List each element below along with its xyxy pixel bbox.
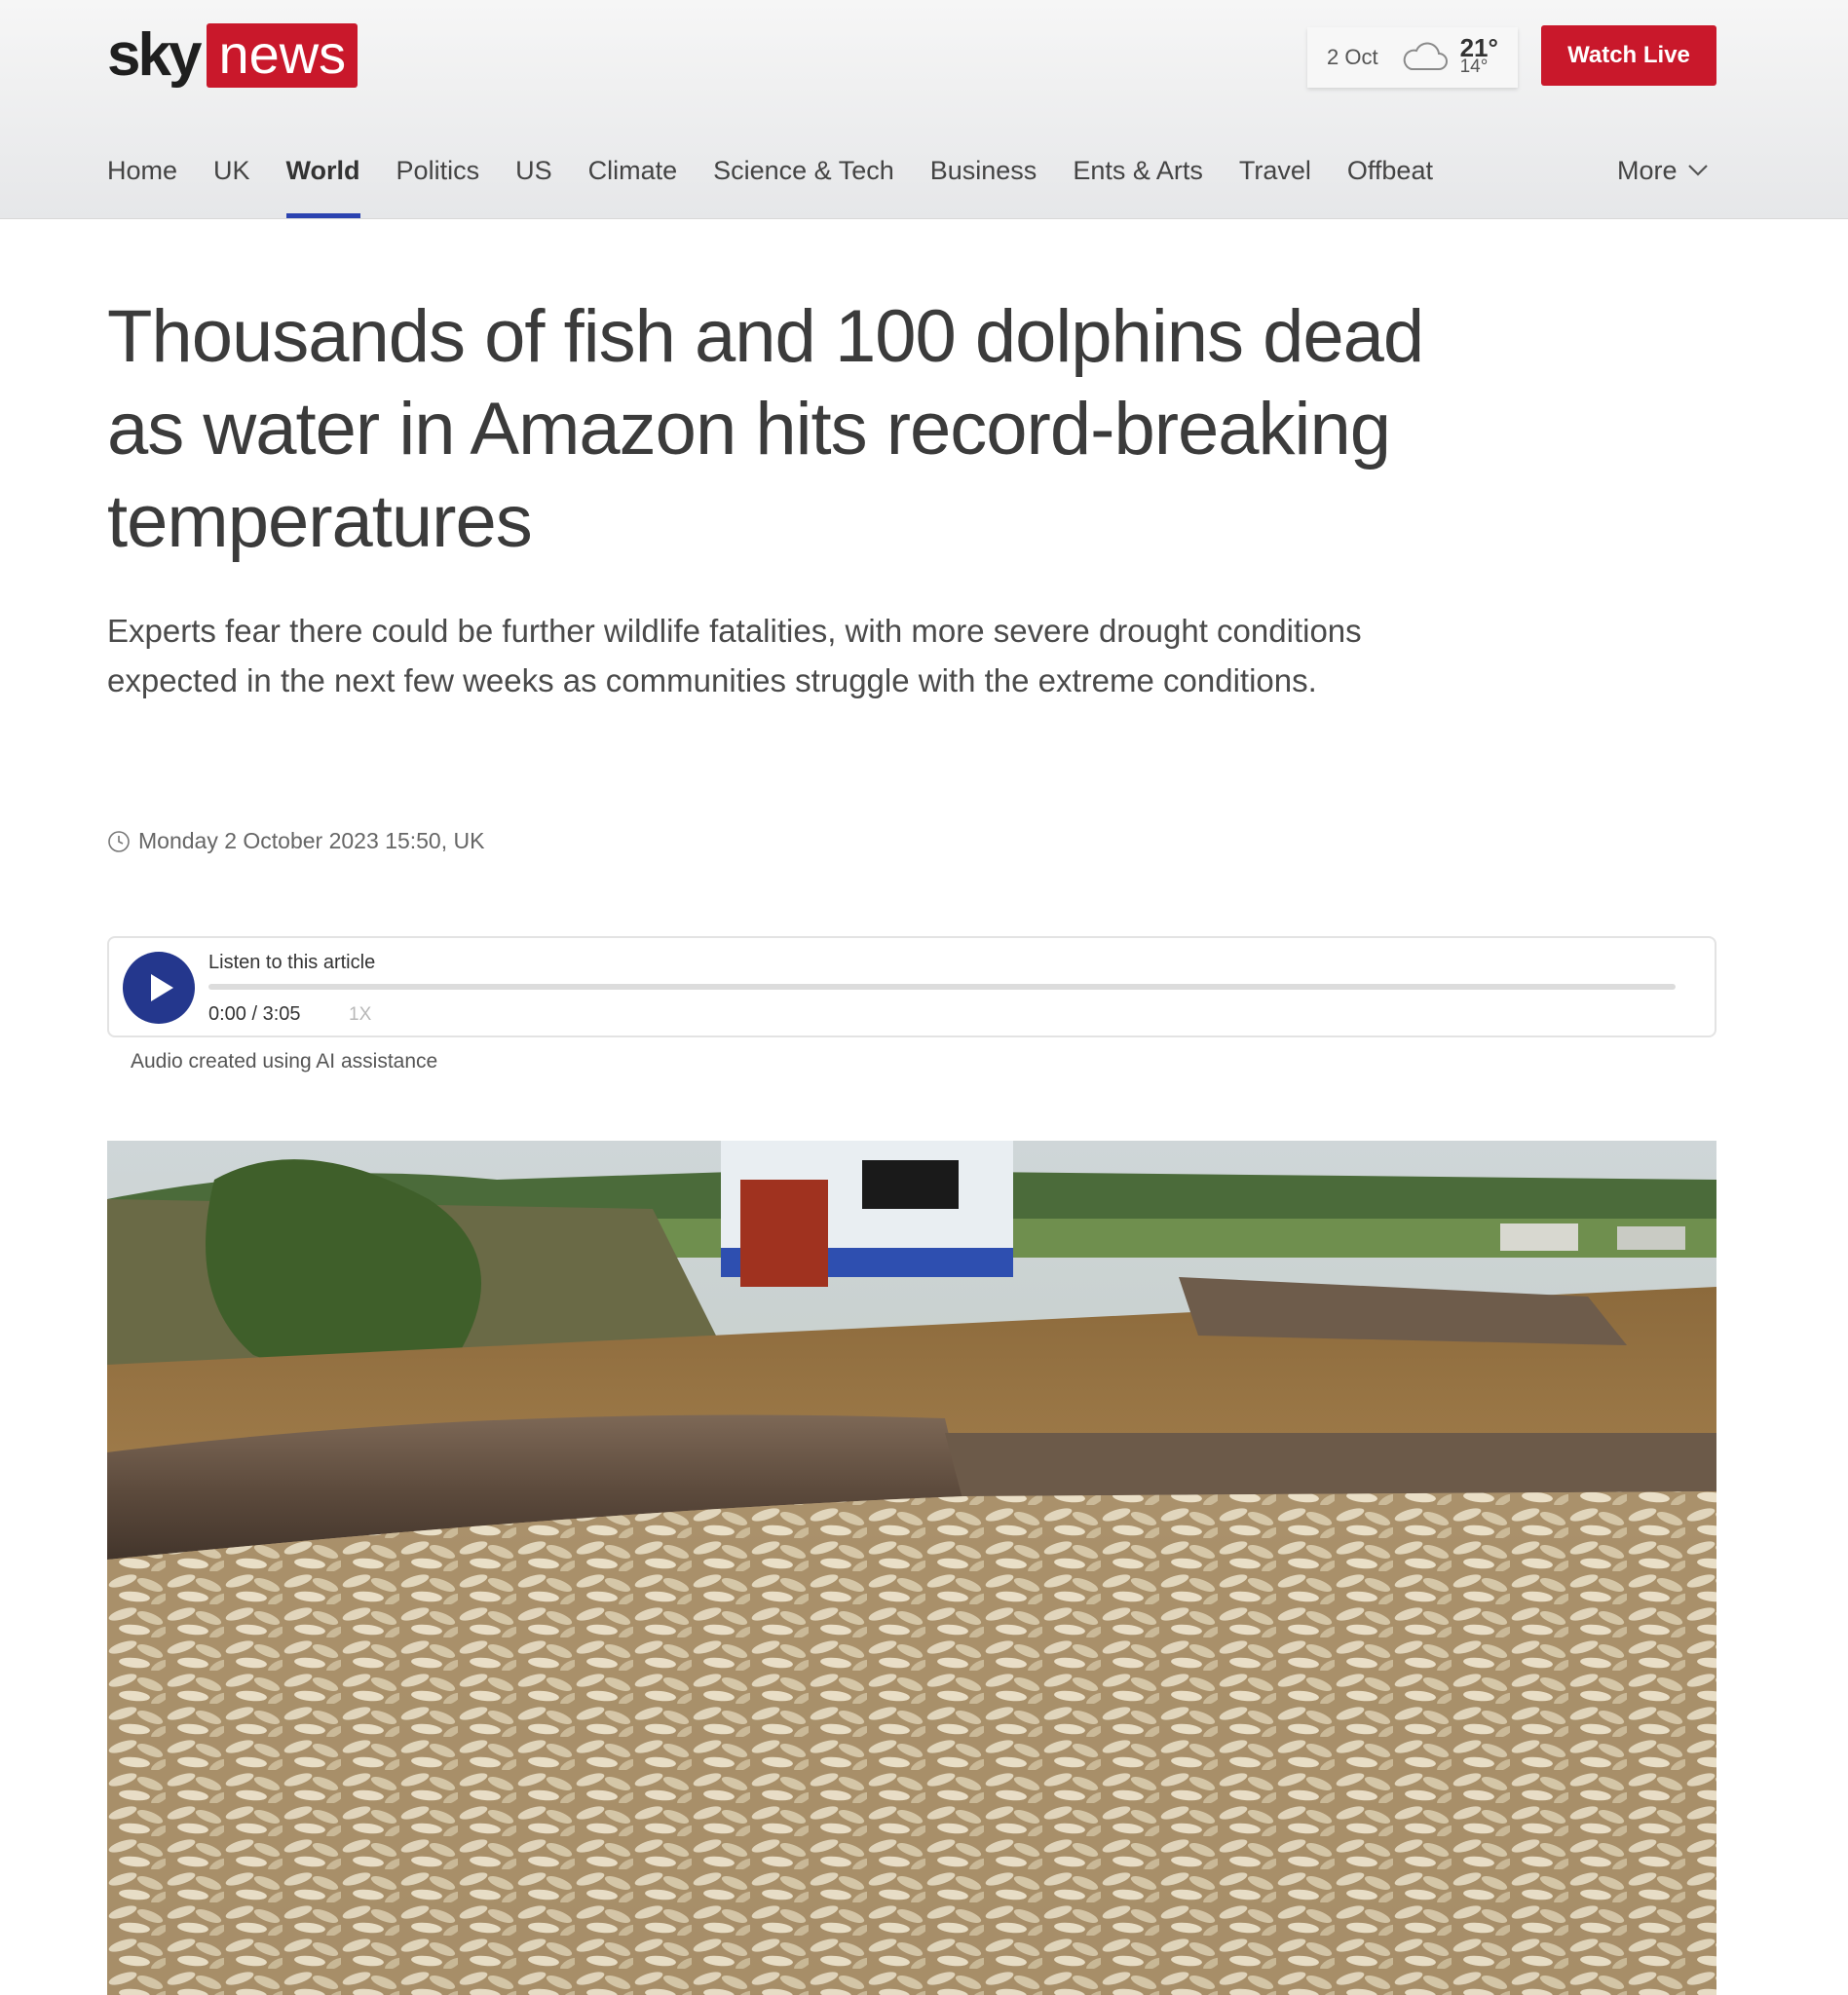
sky-news-logo[interactable]: sky news (107, 23, 358, 88)
temperature-low: 14° (1459, 56, 1489, 77)
article-headline: Thousands of fish and 100 dolphins dead … (107, 295, 1424, 563)
audio-ai-note: Audio created using AI assistance (131, 1050, 438, 1073)
nav-item-climate[interactable]: Climate (588, 146, 678, 218)
logo-sky-text: sky (107, 21, 202, 89)
article-standfirst: Experts fear there could be further wild… (107, 613, 1362, 698)
nav-item-science-tech[interactable]: Science & Tech (713, 146, 894, 218)
cloud-icon (1403, 42, 1448, 70)
masthead: sky news 2 Oct 21° 14° Watch Live Home UK… (0, 0, 1848, 219)
article-timestamp: Monday 2 October 2023 15:50, UK (107, 828, 484, 854)
watch-live-button[interactable]: Watch Live (1541, 25, 1716, 86)
play-icon (151, 974, 173, 1001)
nav-more-label: More (1617, 156, 1678, 185)
article-hero-image (107, 1141, 1716, 1995)
audio-progress-bar[interactable] (208, 984, 1676, 990)
nav-item-uk[interactable]: UK (213, 146, 250, 218)
temperature-high: 21° (1459, 33, 1498, 62)
playback-speed-button[interactable]: 1X (349, 1004, 371, 1026)
audio-title: Listen to this article (208, 952, 376, 973)
nav-more-menu[interactable]: More (1617, 146, 1709, 195)
weather-widget[interactable]: 2 Oct 21° 14° (1307, 27, 1518, 88)
weather-temperatures: 21° 14° (1459, 33, 1498, 77)
nav-item-politics[interactable]: Politics (396, 146, 480, 218)
play-button[interactable] (123, 952, 195, 1024)
nav-item-offbeat[interactable]: Offbeat (1347, 146, 1433, 218)
nav-item-business[interactable]: Business (930, 146, 1037, 218)
nav-item-us[interactable]: US (515, 146, 552, 218)
audio-player: Listen to this article 0:00 / 3:05 1X (107, 936, 1716, 1037)
chevron-down-icon (1687, 165, 1708, 176)
main-nav: Home UK World Politics US Climate Science & Te… (107, 146, 1469, 218)
nav-item-home[interactable]: Home (107, 146, 177, 218)
nav-item-ents-arts[interactable]: Ents & Arts (1073, 146, 1203, 218)
nav-item-world[interactable]: World (285, 146, 360, 218)
audio-time: 0:00 / 3:05 (208, 1003, 301, 1025)
clock-icon (108, 830, 130, 852)
nav-item-travel[interactable]: Travel (1239, 146, 1311, 218)
timestamp-text: Monday 2 October 2023 15:50, UK (138, 828, 485, 853)
dead-fish-river-photo (107, 1141, 1716, 1995)
logo-news-text: news (207, 23, 358, 88)
weather-date: 2 Oct (1327, 45, 1378, 69)
